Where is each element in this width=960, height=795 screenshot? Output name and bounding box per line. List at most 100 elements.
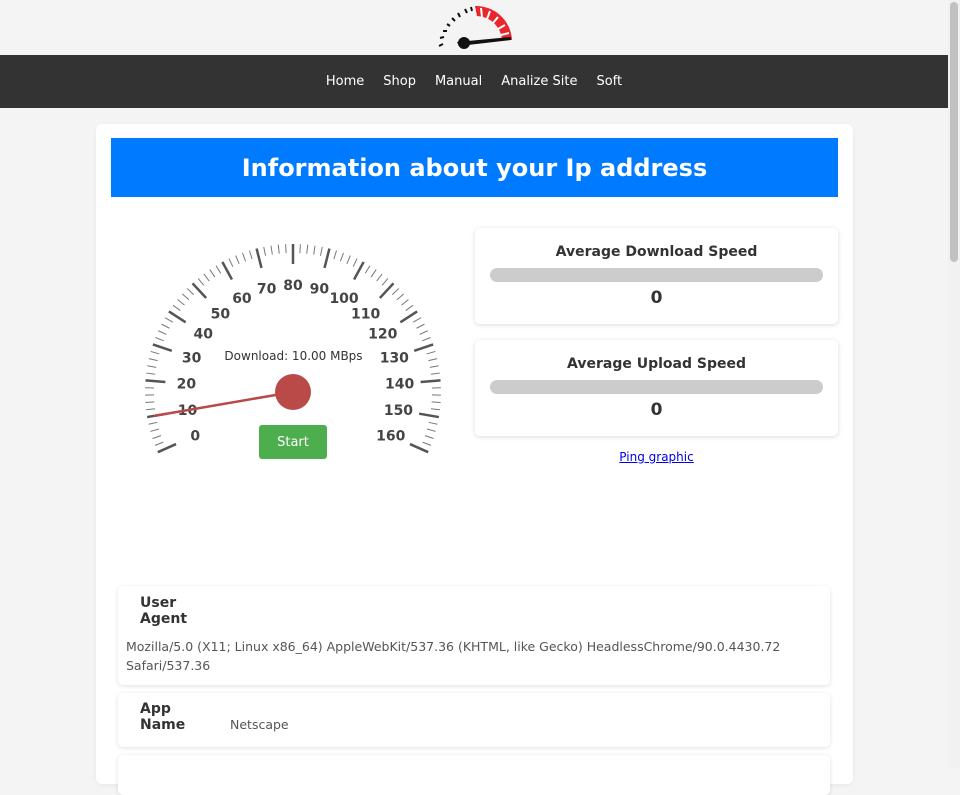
gauge-tick-label: 0 (190, 429, 200, 445)
gauge-major-tick (421, 380, 441, 382)
gauge-minor-tick (377, 274, 382, 281)
gauge-minor-tick (320, 247, 322, 256)
gauge-minor-tick (204, 274, 209, 281)
app-name-card: App Name Netscape (118, 693, 830, 747)
gauge-minor-tick (152, 436, 161, 439)
gauge-major-tick (325, 249, 330, 268)
gauge-tick-label: 100 (329, 291, 358, 307)
gauge-minor-tick (432, 402, 441, 403)
gauge-minor-tick (271, 246, 272, 255)
user-agent-card: User Agent Mozilla/5.0 (X11; Linux x86_6… (118, 586, 830, 685)
speedometer-logo-icon[interactable] (435, 0, 515, 52)
nav-analize-site[interactable]: Analize Site (501, 74, 577, 89)
gauge-minor-tick (429, 422, 438, 424)
gauge-minor-tick (249, 251, 252, 260)
gauge-minor-tick (401, 299, 408, 305)
logo-bar (0, 0, 948, 55)
gauge-minor-tick (431, 373, 440, 374)
gauge-major-tick (410, 444, 428, 452)
gauge-minor-tick (413, 318, 421, 323)
gauge-major-tick (380, 283, 394, 298)
gauge-major-tick (193, 283, 207, 298)
gauge-minor-tick (182, 294, 189, 300)
gauge-minor-tick (161, 324, 169, 328)
gauge-major-tick (169, 311, 186, 322)
gauge-minor-tick (406, 305, 413, 310)
nav-shop[interactable]: Shop (383, 74, 416, 89)
page-scrollbar[interactable] (948, 0, 960, 768)
gauge-minor-tick (173, 305, 180, 310)
gauge-major-tick (158, 444, 176, 452)
gauge-minor-tick (146, 409, 155, 410)
download-speed-card: Average Download Speed 0 (475, 228, 838, 324)
gauge-tick-label: 110 (351, 306, 380, 322)
user-agent-label: User Agent (140, 595, 200, 627)
gauge-major-tick (354, 262, 364, 280)
gauge-minor-tick (278, 245, 279, 254)
gauge-minor-tick (334, 251, 337, 260)
gauge-tick-label: 120 (368, 327, 397, 343)
page-banner: Information about your Ip address (111, 138, 838, 197)
gauge-minor-tick (392, 288, 398, 294)
gauge-minor-tick (145, 402, 154, 403)
gauge-major-tick (257, 249, 262, 268)
gauge-minor-tick (430, 366, 439, 368)
gauge-minor-tick (347, 256, 350, 264)
gauge-minor-tick (365, 266, 370, 274)
gauge-minor-tick (151, 351, 160, 353)
gauge-minor-tick (149, 359, 158, 361)
gauge-tick-label: 70 (257, 281, 277, 297)
gauge-major-tick (414, 344, 433, 350)
gauge-hub (275, 374, 311, 410)
upload-progress-bar (490, 380, 823, 394)
gauge-minor-tick (307, 245, 308, 254)
gauge-minor-tick (420, 331, 428, 335)
gauge-tick-label: 130 (380, 351, 409, 367)
gauge-minor-tick (427, 351, 436, 353)
download-readout: Download: 10.00 MBps (206, 349, 381, 363)
gauge-needle (155, 392, 293, 416)
nav-home[interactable]: Home (326, 74, 364, 89)
gauge-tick-label: 140 (385, 377, 414, 393)
user-agent-value: Mozilla/5.0 (X11; Linux x86_64) AppleWeb… (126, 637, 806, 675)
gauge-minor-tick (147, 366, 156, 368)
gauge-minor-tick (431, 409, 440, 410)
nav-soft[interactable]: Soft (596, 74, 622, 89)
app-name-value: Netscape (230, 717, 289, 732)
ping-graphic-link[interactable]: Ping graphic (475, 450, 838, 464)
gauge-tick-label: 150 (384, 403, 413, 419)
page-title: Information about your Ip address (242, 154, 708, 182)
gauge-minor-tick (155, 338, 163, 341)
gauge-minor-tick (371, 270, 376, 277)
gauge-minor-tick (198, 278, 204, 285)
gauge-tick-label: 60 (232, 291, 252, 307)
upload-speed-card: Average Upload Speed 0 (475, 340, 838, 436)
gauge-minor-tick (187, 288, 193, 294)
gauge-minor-tick (397, 294, 404, 300)
start-button[interactable]: Start (259, 425, 327, 459)
gauge-minor-tick (236, 256, 239, 264)
gauge-minor-tick (353, 259, 357, 267)
gauge-tick-label: 80 (283, 278, 303, 294)
gauge-minor-tick (158, 331, 166, 335)
gauge-tick-label: 50 (211, 306, 231, 322)
gauge-minor-tick (314, 246, 315, 255)
download-speed-value: 0 (475, 288, 838, 308)
gauge-minor-tick (155, 442, 163, 445)
gauge-minor-tick (150, 429, 159, 431)
gauge-minor-tick (427, 429, 436, 431)
next-info-card (118, 755, 830, 795)
gauge-major-tick (222, 262, 232, 280)
gauge-minor-tick (210, 270, 215, 277)
gauge-major-tick (419, 414, 439, 417)
nav-manual[interactable]: Manual (435, 74, 482, 89)
gauge-minor-tick (422, 338, 430, 341)
scrollbar-thumb[interactable] (950, 2, 958, 262)
gauge-minor-tick (425, 436, 434, 439)
gauge-tick-label: 40 (194, 327, 214, 343)
gauge-minor-tick (177, 299, 184, 305)
gauge-minor-tick (428, 359, 437, 361)
gauge-major-tick (153, 344, 172, 350)
gauge-major-tick (400, 311, 417, 322)
gauge-tick-label: 30 (182, 351, 202, 367)
